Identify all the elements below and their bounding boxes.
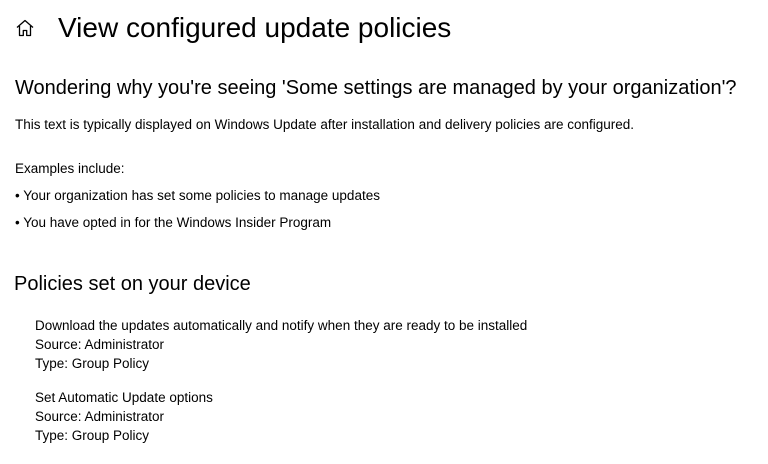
policy-item: Set Automatic Update options Source: Adm…: [35, 388, 213, 445]
policy-type: Type: Group Policy: [35, 428, 150, 443]
home-button[interactable]: [10, 16, 40, 44]
policy-name: Set Automatic Update options: [35, 390, 213, 405]
home-icon: [15, 18, 35, 43]
policy-source: Source: Administrator: [35, 337, 165, 352]
policy-item: Download the updates automatically and n…: [35, 316, 527, 373]
page-header: View configured update policies: [0, 0, 768, 58]
policy-type: Type: Group Policy: [35, 356, 150, 371]
page-title: View configured update policies: [58, 12, 452, 43]
examples-label: Examples include:: [15, 161, 125, 176]
policy-name: Download the updates automatically and n…: [35, 318, 528, 333]
example-item: • You have opted in for the Windows Insi…: [15, 215, 332, 230]
policy-source: Source: Administrator: [35, 409, 165, 424]
example-item: • Your organization has set some policie…: [15, 188, 380, 203]
policies-heading: Policies set on your device: [14, 273, 251, 295]
info-description: This text is typically displayed on Wind…: [15, 117, 635, 132]
info-heading: Wondering why you're seeing 'Some settin…: [15, 77, 737, 99]
